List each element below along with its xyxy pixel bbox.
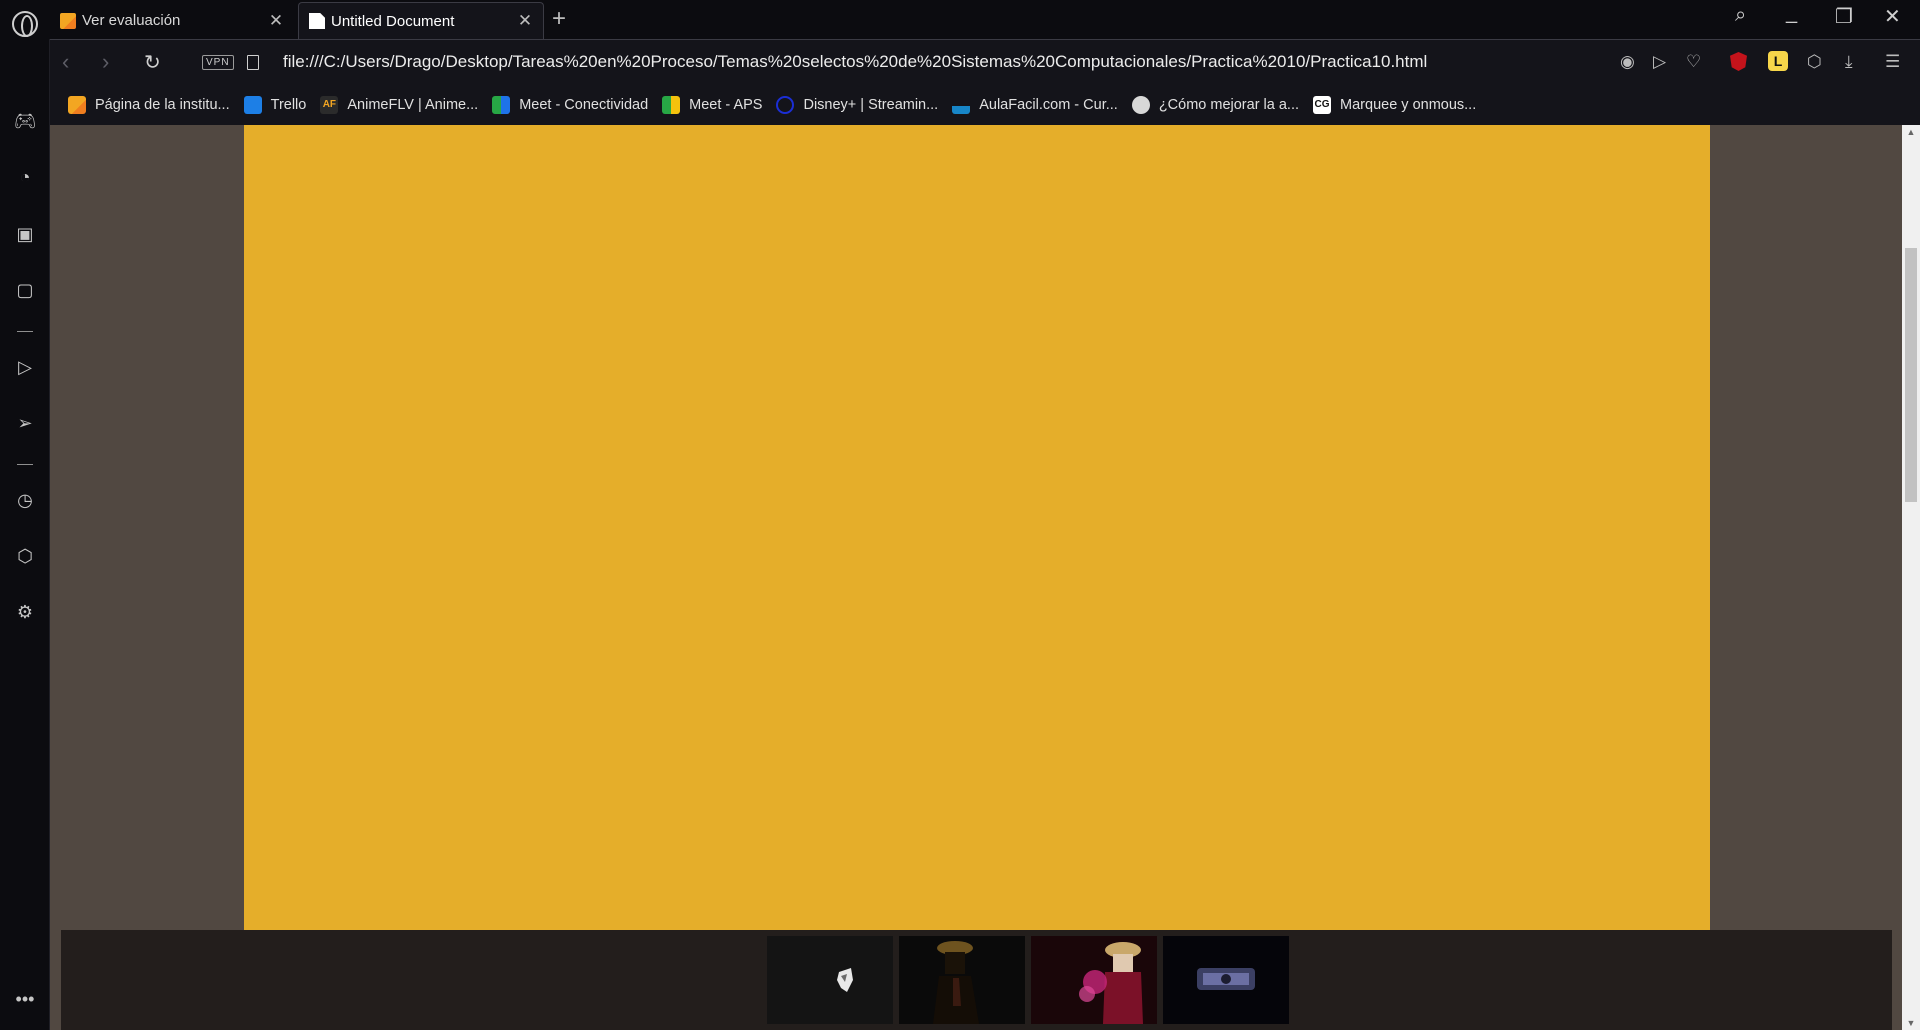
- sidebar: 🎮︎ ◔ ▣ ▢ ▷ ➢ ◷ ⬡ ⚙ •••: [0, 39, 50, 1030]
- gallery-image-3[interactable]: [1031, 936, 1157, 1024]
- bookmark-label: Trello: [270, 97, 307, 113]
- gamepad-icon[interactable]: 🎮︎: [13, 111, 37, 132]
- history-icon[interactable]: ◷: [13, 490, 37, 511]
- scroll-down-icon[interactable]: ▼: [1902, 1018, 1920, 1028]
- bookmark-label: Disney+ | Streamin...: [803, 97, 939, 113]
- bookmark-pagina-institucion[interactable]: Página de la institu...: [68, 96, 230, 114]
- player-icon[interactable]: ▷: [13, 357, 37, 378]
- ublock-icon[interactable]: [1730, 52, 1747, 71]
- tab-ver-evaluacion[interactable]: Ver evaluación ✕: [50, 2, 294, 39]
- gallery-image-1-art: [767, 936, 893, 1024]
- sidebar-divider: [17, 464, 33, 465]
- share-icon[interactable]: ▷: [1653, 52, 1666, 72]
- vpn-badge[interactable]: VPN: [202, 55, 234, 70]
- twitch-icon[interactable]: ▢: [13, 280, 37, 301]
- bookmark-label: Meet - APS: [689, 97, 763, 113]
- close-window-button[interactable]: ✕: [1884, 4, 1901, 29]
- gallery-image-3-art: [1031, 936, 1157, 1024]
- easy-setup-icon[interactable]: ☰: [1885, 52, 1900, 72]
- gallery-image-2[interactable]: [899, 936, 1025, 1024]
- bookmark-label: Marquee y onmous...: [1340, 97, 1477, 113]
- bookmark-meet-aps[interactable]: Meet - APS: [662, 96, 762, 114]
- bookmark-como-mejorar[interactable]: ¿Cómo mejorar la a...: [1131, 96, 1300, 114]
- gallery-image-4-art: [1163, 936, 1289, 1024]
- scroll-up-icon[interactable]: ▲: [1902, 127, 1920, 137]
- new-tab-button[interactable]: +: [552, 5, 566, 33]
- meet-icon: [492, 96, 511, 114]
- gallery-image-1[interactable]: [767, 936, 893, 1024]
- gallery-image-4[interactable]: [1163, 936, 1289, 1024]
- aulafacil-icon: [952, 96, 971, 114]
- image-gallery: [61, 930, 1892, 1030]
- extension-l-icon[interactable]: L: [1768, 51, 1788, 71]
- globe-icon: [1131, 96, 1150, 114]
- search-tabs-icon[interactable]: ⌕: [1735, 4, 1746, 27]
- bookmark-animeflv[interactable]: AF AnimeFLV | Anime...: [320, 96, 478, 114]
- reload-button[interactable]: ↻: [144, 50, 161, 75]
- bookmark-aulafacil[interactable]: AulaFacil.com - Cur...: [952, 96, 1118, 114]
- heart-icon[interactable]: ♡: [1686, 52, 1701, 72]
- bookmark-label: Meet - Conectividad: [519, 97, 649, 113]
- address-bar: ‹ › ↻ VPN file:///C:/Users/Drago/Desktop…: [50, 39, 1920, 85]
- bookmark-label: AulaFacil.com - Cur...: [979, 97, 1118, 113]
- bookmark-label: ¿Cómo mejorar la a...: [1158, 97, 1300, 113]
- briefcase-icon[interactable]: ▣: [13, 224, 37, 245]
- page-info-icon[interactable]: [247, 55, 259, 70]
- close-tab-icon[interactable]: ✕: [517, 11, 533, 31]
- bookmarks-bar: Página de la institu... Trello AF AnimeF…: [50, 85, 1920, 125]
- pencil-favicon-icon: [60, 12, 76, 29]
- opera-menu-icon[interactable]: [12, 11, 38, 37]
- more-icon[interactable]: •••: [13, 989, 37, 1010]
- settings-icon[interactable]: ⚙: [13, 602, 37, 623]
- bookmark-label: AnimeFLV | Anime...: [347, 97, 479, 113]
- url-field[interactable]: file:///C:/Users/Drago/Desktop/Tareas%20…: [283, 52, 1427, 72]
- scrollbar-thumb[interactable]: [1905, 248, 1917, 502]
- bookmark-label: Página de la institu...: [95, 97, 230, 113]
- content-box: [244, 125, 1710, 930]
- speed-dial-icon[interactable]: ◔: [13, 167, 37, 188]
- restore-button[interactable]: ❐: [1835, 4, 1853, 29]
- document-favicon-icon: [309, 13, 325, 29]
- pencil-favicon-icon: [68, 96, 86, 114]
- back-button[interactable]: ‹: [62, 49, 69, 75]
- trello-icon: [243, 96, 262, 114]
- close-tab-icon[interactable]: ✕: [268, 11, 284, 31]
- cg-icon: CG: [1313, 96, 1332, 114]
- bookmark-disney[interactable]: Disney+ | Streamin...: [776, 96, 938, 114]
- snapshot-icon[interactable]: ◉: [1620, 52, 1635, 72]
- gallery-image-2-art: [899, 936, 1025, 1024]
- page-viewport: [50, 125, 1902, 1030]
- extensions-cube-icon[interactable]: ⬡: [1807, 52, 1822, 72]
- send-icon[interactable]: ➢: [13, 413, 37, 434]
- forward-button[interactable]: ›: [102, 49, 109, 75]
- bookmark-meet-conectividad[interactable]: Meet - Conectividad: [492, 96, 648, 114]
- page-scrollbar[interactable]: ▲ ▼: [1902, 125, 1920, 1030]
- animeflv-icon: AF: [320, 96, 339, 114]
- tab-bar: Ver evaluación ✕ Untitled Document ✕ + ⌕…: [0, 0, 1920, 39]
- tab-title: Ver evaluación: [82, 12, 181, 29]
- bookmark-marquee[interactable]: CG Marquee y onmous...: [1313, 96, 1476, 114]
- bookmark-trello[interactable]: Trello: [243, 96, 307, 114]
- meet-icon: [662, 96, 681, 114]
- minimize-button[interactable]: _: [1786, 2, 1797, 25]
- downloads-icon[interactable]: ⤓: [1845, 52, 1853, 72]
- extensions-icon[interactable]: ⬡: [13, 546, 37, 567]
- tab-untitled-document[interactable]: Untitled Document ✕: [298, 2, 544, 39]
- tab-title: Untitled Document: [331, 12, 455, 30]
- sidebar-divider: [17, 331, 33, 332]
- disney-icon: [776, 96, 795, 114]
